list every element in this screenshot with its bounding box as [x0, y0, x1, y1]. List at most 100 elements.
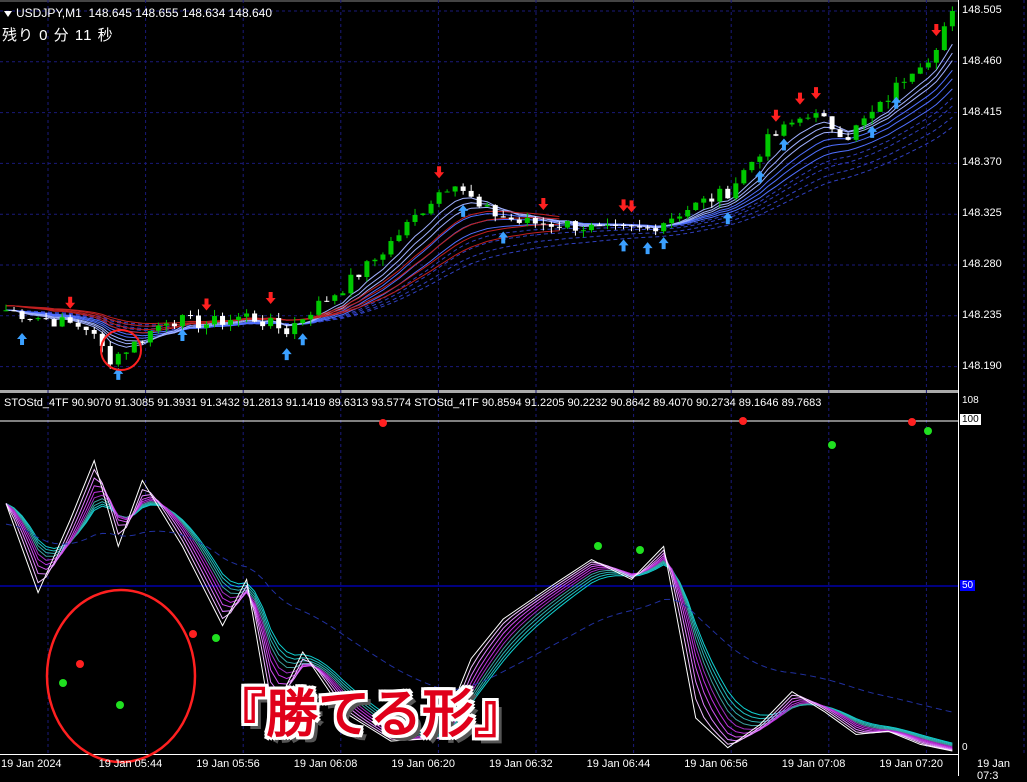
candle-body: [51, 319, 57, 327]
price-axis-label: 148.415: [962, 105, 1002, 118]
candle-body: [773, 134, 779, 136]
candle-body: [677, 216, 683, 219]
time-axis-border: [0, 754, 958, 755]
candle-body: [220, 315, 226, 325]
price-axis-border: [958, 0, 959, 776]
candle-body: [340, 293, 346, 296]
candle-body: [605, 224, 610, 226]
candle-body: [909, 73, 915, 82]
buy-dot-icon: [594, 542, 602, 550]
buy-dot-icon: [212, 634, 220, 642]
candle-body: [853, 125, 859, 140]
candle-body: [693, 202, 699, 210]
candle-body: [877, 101, 883, 112]
candle-body: [300, 319, 306, 324]
price-axis-label: 148.190: [962, 359, 1002, 372]
candle-body: [35, 318, 41, 320]
candle-body: [917, 67, 923, 74]
candle-body: [436, 192, 442, 204]
candle-body: [476, 196, 482, 207]
candle-body: [629, 225, 635, 227]
indicator-scale-max: 108: [962, 395, 979, 406]
time-axis-label: 19 Jan 07:20: [879, 758, 944, 770]
candle-body: [67, 317, 73, 323]
price-axis-label: 148.370: [962, 156, 1002, 169]
bar-timer: 残り 0 分 11 秒: [2, 27, 114, 44]
time-axis-label: 19 Jan 07:3: [977, 758, 1011, 782]
sell-dot-icon: [76, 660, 84, 668]
candle-body: [741, 170, 747, 184]
indicator-level-0: 0: [962, 742, 968, 753]
candle-body: [396, 235, 402, 242]
candle-body: [933, 50, 939, 63]
indicator-legend: STOStd_4TF 90.9070 91.3085 91.3931 91.34…: [4, 397, 822, 409]
candle-body: [155, 325, 161, 331]
time-axis-label: 19 Jan 06:20: [391, 758, 456, 770]
candle-body: [252, 313, 258, 322]
candle-body: [588, 224, 594, 231]
candle-body: [187, 315, 193, 317]
buy-dot-icon: [116, 701, 124, 709]
candle-body: [949, 11, 955, 27]
highlight-circle: [45, 588, 197, 764]
candle-body: [364, 261, 370, 278]
buy-dot-icon: [59, 679, 67, 687]
candle-body: [452, 186, 458, 192]
sell-dot-icon: [908, 418, 916, 426]
candle-body: [564, 221, 570, 228]
buy-arrow-icon: [17, 332, 28, 345]
candle-body: [500, 216, 506, 218]
candle-body: [613, 224, 619, 226]
sell-dot-icon: [189, 630, 197, 638]
candle-body: [420, 213, 426, 215]
candle-body: [701, 198, 707, 203]
candle-body: [484, 205, 490, 207]
candle-body: [556, 226, 562, 228]
price-axis-label: 148.235: [962, 308, 1002, 321]
candle-body: [540, 223, 546, 225]
candle-body: [789, 122, 795, 125]
chart-canvas[interactable]: [0, 0, 1027, 776]
candle-body: [837, 129, 843, 138]
candle-body: [669, 218, 675, 224]
sell-arrow-icon: [770, 109, 781, 122]
candle-body: [316, 300, 322, 315]
sell-arrow-icon: [265, 292, 276, 305]
candle-body: [757, 156, 763, 162]
buy-dot-icon: [636, 546, 644, 554]
candle-body: [308, 314, 314, 320]
candle-body: [284, 328, 290, 335]
sell-dot-icon: [739, 417, 747, 425]
candle-body: [412, 214, 418, 222]
buy-arrow-icon: [754, 170, 765, 183]
candle-body: [324, 300, 330, 302]
candle-body: [468, 190, 474, 197]
candle-body: [637, 226, 643, 228]
candle-body: [821, 113, 827, 117]
candle-body: [653, 228, 659, 232]
buy-arrow-icon: [281, 348, 292, 361]
candle-body: [147, 330, 153, 343]
collapse-triangle-icon[interactable]: [4, 10, 12, 17]
candle-body: [348, 274, 354, 294]
candle-body: [765, 134, 771, 157]
candle-body: [524, 217, 530, 223]
candle-body: [925, 62, 931, 68]
candle-body: [204, 324, 209, 328]
candle-body: [115, 353, 121, 365]
candle-body: [27, 318, 33, 320]
candle-body: [268, 318, 274, 327]
candle-body: [3, 310, 9, 312]
candle-body: [749, 161, 755, 171]
candle-body: [91, 330, 97, 334]
candle-body: [548, 224, 554, 227]
candle-body: [869, 111, 875, 119]
candle-body: [19, 311, 25, 319]
candle-body: [733, 183, 739, 199]
candle-body: [661, 223, 667, 232]
candle-body: [492, 205, 498, 217]
price-axis-label: 148.325: [962, 207, 1002, 220]
candle-body: [532, 217, 538, 224]
candle-body: [171, 323, 177, 327]
candle-body: [236, 316, 242, 321]
